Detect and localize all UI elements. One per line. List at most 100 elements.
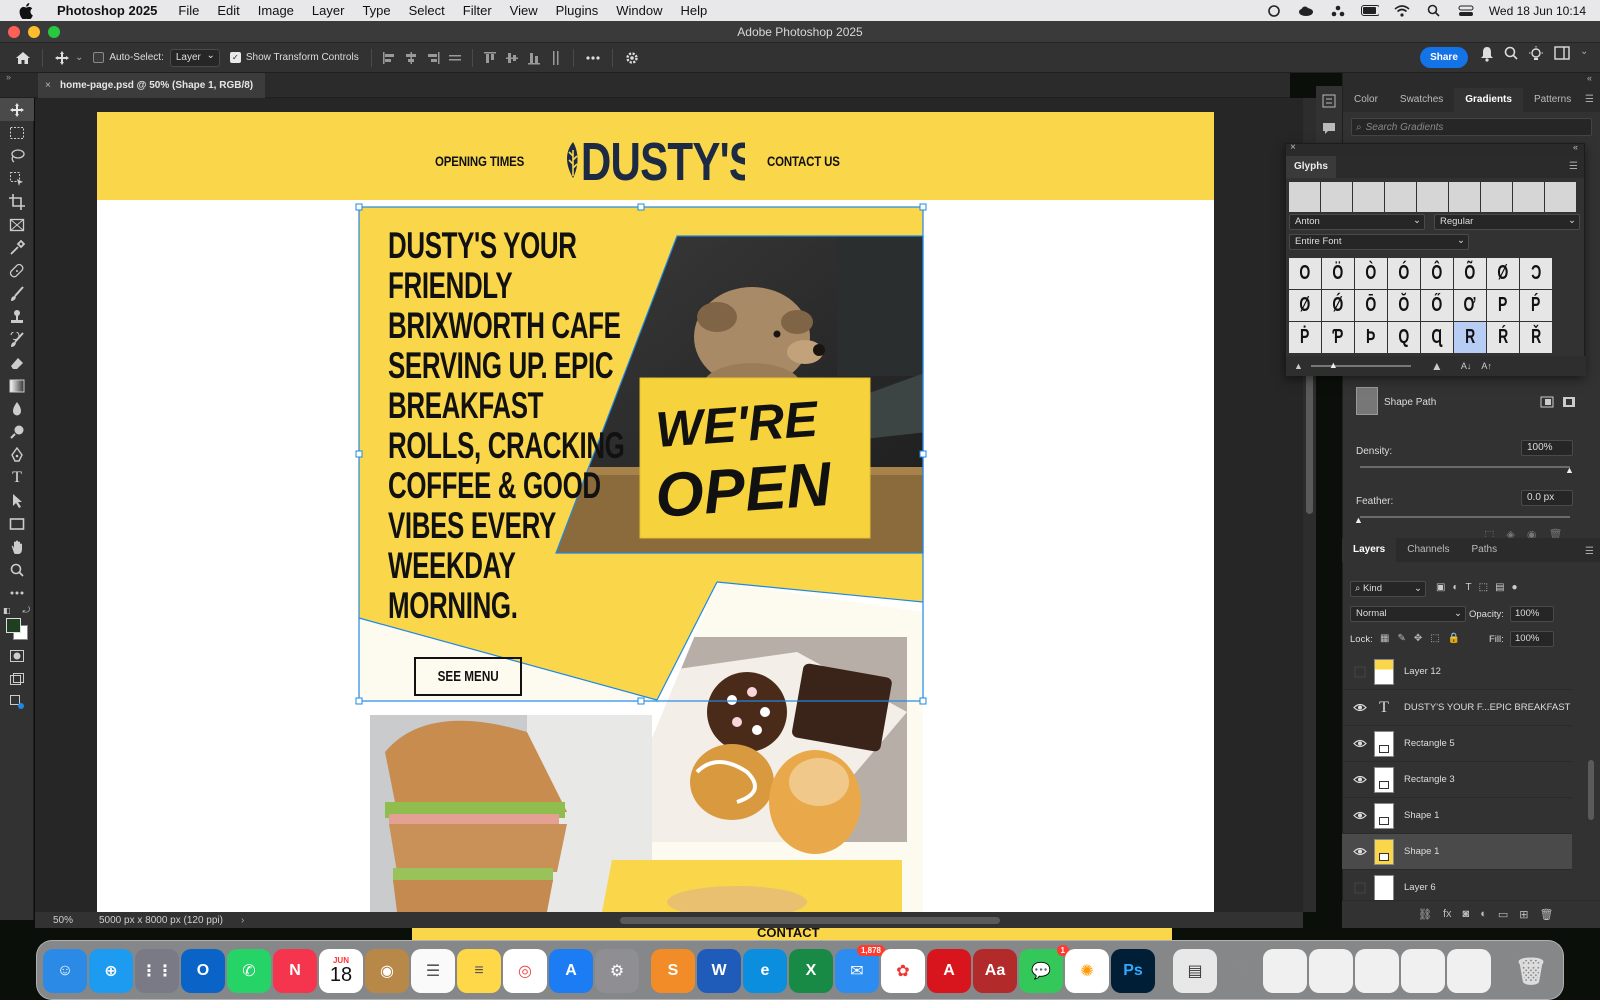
glyph-cell[interactable]: Ø <box>1487 258 1519 289</box>
feather-input[interactable]: 0.0 px <box>1521 490 1573 506</box>
glyph-cell[interactable]: Ø <box>1289 290 1321 321</box>
panel-menu-icon[interactable]: ☰ <box>1569 161 1578 172</box>
notifications-bell-icon[interactable] <box>1480 46 1494 65</box>
apple-icon[interactable] <box>18 2 34 19</box>
glyph-cell[interactable]: Ó <box>1388 258 1420 289</box>
glyph-cell[interactable]: Ɋ <box>1421 322 1453 353</box>
eye-icon[interactable] <box>1352 846 1368 858</box>
gradient-tool-icon[interactable] <box>0 374 34 397</box>
recent-glyph-slot[interactable] <box>1513 182 1544 212</box>
swap-colors-icon[interactable]: ⤾ <box>23 605 31 616</box>
auto-select-dropdown[interactable]: Layer <box>169 48 220 67</box>
preview-icon[interactable]: ▤ <box>1173 949 1217 993</box>
help-icon[interactable]: ? <box>1219 949 1263 993</box>
filter-type-icon[interactable]: T <box>1466 582 1472 593</box>
document-tab[interactable]: × home-page.psd @ 50% (Shape 1, RGB/8) <box>38 73 266 98</box>
document-canvas[interactable]: OPENING TIMES DUSTY'S CONTACT US WE'RE O… <box>97 112 1214 912</box>
layer-row[interactable]: Rectangle 5 <box>1342 726 1572 762</box>
tab-layers[interactable]: Layers <box>1342 538 1397 562</box>
menu-file[interactable]: File <box>169 3 208 18</box>
tab-gradients[interactable]: Gradients <box>1454 88 1523 112</box>
menubar-clock[interactable]: Wed 18 Jun 10:14 <box>1489 4 1586 18</box>
eraser-tool-icon[interactable] <box>0 351 34 374</box>
transform-handle[interactable] <box>355 697 363 705</box>
mask-select-icon[interactable] <box>1540 396 1554 411</box>
edit-toolbar-icon[interactable] <box>0 581 34 604</box>
gear-icon[interactable] <box>619 45 645 71</box>
comments-icon[interactable] <box>1316 119 1342 140</box>
distribute-v-icon[interactable] <box>547 49 565 67</box>
tab-swatches[interactable]: Swatches <box>1389 88 1454 112</box>
large-glyphs-icon[interactable]: ▲ <box>1431 359 1443 373</box>
move-tool-icon[interactable] <box>0 98 34 121</box>
menu-window[interactable]: Window <box>607 3 671 18</box>
spotlight-search-icon[interactable] <box>1425 4 1443 18</box>
battery-icon[interactable] <box>1360 4 1379 18</box>
eye-icon[interactable] <box>1352 702 1368 714</box>
type-tool-icon[interactable]: T <box>0 466 34 489</box>
recent-glyph-slot[interactable] <box>1545 182 1576 212</box>
recent-glyph-slot[interactable] <box>1289 182 1320 212</box>
marquee-tool-icon[interactable] <box>0 121 34 144</box>
feather-slider-knob[interactable]: ▲ <box>1354 515 1363 525</box>
cloud-icon[interactable] <box>1297 4 1315 18</box>
transform-handle[interactable] <box>355 450 363 458</box>
share-button[interactable]: Share <box>1420 47 1468 68</box>
transform-handle[interactable] <box>355 203 363 211</box>
history-icon[interactable] <box>1316 86 1342 119</box>
fill-input[interactable]: 100% <box>1510 631 1554 647</box>
auto-select-checkbox[interactable] <box>93 52 105 63</box>
home-icon[interactable] <box>10 45 36 71</box>
screen-mode-icon[interactable] <box>0 667 34 690</box>
recent-document-thumbnail[interactable] <box>1401 949 1445 993</box>
chrome-icon[interactable]: ◎ <box>503 949 547 993</box>
tab-patterns[interactable]: Patterns <box>1523 88 1582 112</box>
eye-icon[interactable] <box>1352 810 1368 822</box>
word-icon[interactable]: W <box>697 949 741 993</box>
history-brush-tool-icon[interactable] <box>0 328 34 351</box>
menu-view[interactable]: View <box>501 3 547 18</box>
transform-handle[interactable] <box>919 203 927 211</box>
density-slider-knob[interactable]: ▲ <box>1565 465 1574 475</box>
mask-invert-icon[interactable] <box>1562 396 1576 411</box>
close-tab-icon[interactable]: × <box>45 73 51 98</box>
recent-glyph-slot[interactable] <box>1353 182 1384 212</box>
system-settings-icon[interactable]: ⚙ <box>595 949 639 993</box>
clone-stamp-tool-icon[interactable] <box>0 305 34 328</box>
finder-icon[interactable]: ☺ <box>43 949 87 993</box>
mail-icon[interactable]: ✉ 1,878 <box>835 945 885 993</box>
recent-glyph-slot[interactable] <box>1417 182 1448 212</box>
share-tray-icon[interactable] <box>1329 4 1347 18</box>
layer-row[interactable]: Shape 1 <box>1342 834 1572 870</box>
reminders-icon[interactable]: ☰ <box>411 949 455 993</box>
healing-brush-tool-icon[interactable] <box>0 259 34 282</box>
panel-menu-icon[interactable]: ☰ <box>1585 94 1594 105</box>
window-zoom-button[interactable] <box>48 26 60 38</box>
align-top-icon[interactable] <box>481 49 499 67</box>
transform-handle[interactable] <box>919 697 927 705</box>
outlook-icon[interactable]: O <box>181 949 225 993</box>
glyph-cell[interactable]: O <box>1289 258 1321 289</box>
font-family-dropdown[interactable]: Anton <box>1289 214 1425 230</box>
density-slider[interactable] <box>1360 466 1570 468</box>
default-colors-icon[interactable]: ◧ <box>3 606 11 615</box>
wifi-icon[interactable] <box>1393 4 1411 18</box>
transform-handle[interactable] <box>637 203 645 211</box>
align-middle-v-icon[interactable] <box>503 49 521 67</box>
small-glyphs-icon[interactable]: ▲ <box>1294 361 1303 371</box>
control-center-icon[interactable] <box>1457 4 1475 18</box>
trash-icon[interactable]: 🗑 <box>1509 949 1553 993</box>
glyph-cell[interactable]: Þ <box>1355 322 1387 353</box>
gradients-search-input[interactable]: ⌕ Search Gradients <box>1351 118 1592 136</box>
glyph-size-knob[interactable]: ▲ <box>1329 360 1338 370</box>
contacts-icon[interactable]: ◉ <box>365 949 409 993</box>
lock-pixels-icon[interactable]: ✎ <box>1397 633 1405 644</box>
quick-mask-icon[interactable] <box>0 644 34 667</box>
filter-pixel-icon[interactable]: ▣ <box>1436 582 1445 593</box>
glyph-cell[interactable]: Ř <box>1520 322 1552 353</box>
frame-tool-icon[interactable] <box>0 213 34 236</box>
move-tool-preset-icon[interactable] <box>49 45 75 71</box>
glyph-cell[interactable]: Ƥ <box>1322 322 1354 353</box>
glyph-cell[interactable]: Ŏ <box>1388 290 1420 321</box>
workspace-icon[interactable] <box>1554 46 1570 65</box>
